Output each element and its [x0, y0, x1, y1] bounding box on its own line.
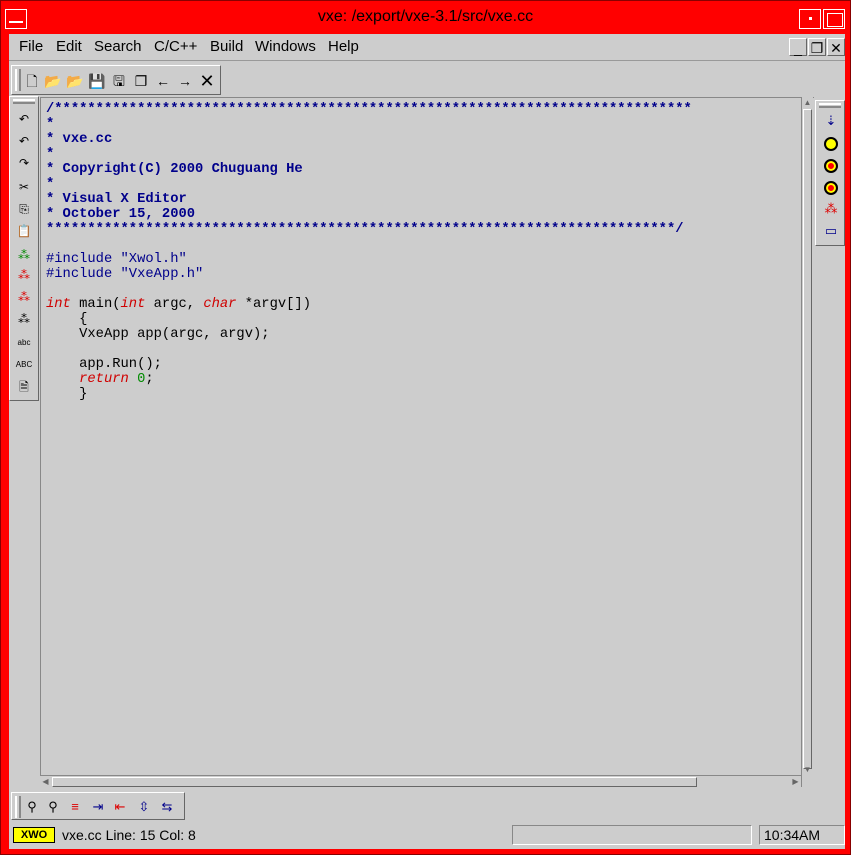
- scroll-up-icon[interactable]: ▲: [802, 97, 813, 108]
- run-to-cursor-icon[interactable]: [820, 155, 842, 175]
- code-line: #include "VxeApp.h": [46, 267, 204, 282]
- scroll-right-icon[interactable]: ▶: [790, 776, 801, 787]
- code-line: * vxe.cc: [46, 132, 113, 147]
- debug-toolbar: ⇣ ⁂ ▭: [815, 100, 845, 246]
- code-line: }: [46, 387, 88, 402]
- save-all-icon[interactable]: ❐: [131, 71, 151, 91]
- code-line: #include "Xwol.h": [46, 252, 187, 267]
- save-as-icon[interactable]: 🖫: [109, 71, 129, 91]
- scroll-down-icon[interactable]: ▼: [802, 764, 813, 775]
- code-line: return 0;: [79, 372, 154, 387]
- match-brace-icon[interactable]: ⇆: [157, 797, 177, 817]
- code-line: ****************************************…: [46, 222, 684, 237]
- vertical-scrollbar[interactable]: ▲ ▼: [801, 97, 813, 787]
- find-icon[interactable]: ⚲: [22, 797, 42, 817]
- find-next-icon[interactable]: ⚲: [43, 797, 63, 817]
- edit-toolbar: ↶ ↶ ↷ ✂ ⎘ 📋 ⁂ ⁂ ⁂ ⁂ abc ABC 🗎: [9, 96, 39, 401]
- step-into-icon[interactable]: ⇣: [820, 111, 842, 131]
- title-bar[interactable]: vxe: /export/vxe-3.1/src/vxe.cc: [1, 1, 850, 35]
- menu-windows[interactable]: Windows: [255, 38, 316, 55]
- copy-icon[interactable]: ⎘: [13, 199, 35, 219]
- mdi-restore-icon[interactable]: ❐: [808, 38, 826, 56]
- save-icon[interactable]: 💾: [87, 71, 107, 91]
- document-icon[interactable]: 🗎: [13, 377, 35, 397]
- variables-icon[interactable]: ▭: [820, 221, 842, 241]
- menu-edit[interactable]: Edit: [56, 38, 82, 55]
- bookmark-prev-icon[interactable]: ⁂: [13, 309, 35, 329]
- mdi-close-icon[interactable]: ✕: [827, 38, 845, 56]
- outdent-icon[interactable]: ⇤: [110, 797, 130, 817]
- menu-search[interactable]: Search: [94, 38, 142, 55]
- redo-icon[interactable]: ↷: [13, 153, 35, 173]
- code-line: * October 15, 2000: [46, 207, 196, 222]
- lowercase-icon[interactable]: abc: [13, 333, 35, 353]
- breakpoint-icon[interactable]: [820, 133, 842, 153]
- code-line: app.Run();: [46, 357, 162, 372]
- back-arrow-icon[interactable]: ←: [153, 71, 173, 91]
- close-icon[interactable]: ✕: [197, 71, 217, 91]
- menu-file[interactable]: File: [19, 38, 43, 55]
- window-title: vxe: /export/vxe-3.1/src/vxe.cc: [317, 8, 534, 25]
- toolbar-grip[interactable]: [15, 796, 21, 818]
- indent-icon[interactable]: ⇥: [88, 797, 108, 817]
- code-line: VxeApp app(argc, argv);: [46, 327, 270, 342]
- code-line: /***************************************…: [46, 102, 692, 117]
- code-line: *: [46, 177, 55, 192]
- stop-debug-icon[interactable]: [820, 177, 842, 197]
- bookmark-remove-icon[interactable]: ⁂: [13, 265, 35, 285]
- client-area: File Edit Search C/C++ Build Windows Hel…: [9, 34, 845, 849]
- cut-icon[interactable]: ✂: [13, 177, 35, 197]
- menu-help[interactable]: Help: [328, 38, 359, 55]
- mdi-controls: _ ❐ ✕: [788, 38, 845, 58]
- minimize-button[interactable]: [799, 9, 821, 29]
- code-line: {: [46, 312, 88, 327]
- main-toolbar: 🗋 📂 📂 💾 🖫 ❐ ← → ✕: [11, 65, 221, 95]
- code-line: int main(int argc, char *argv[]): [46, 297, 311, 312]
- code-editor[interactable]: /***************************************…: [40, 97, 814, 787]
- replace-icon[interactable]: ≡: [65, 797, 85, 817]
- horizontal-scrollbar[interactable]: ◀ ▶: [40, 775, 801, 787]
- toolbar-grip[interactable]: [819, 103, 841, 108]
- open-folder-icon[interactable]: 📂: [43, 71, 63, 91]
- maximize-button[interactable]: [823, 9, 845, 29]
- status-bar: XWO vxe.cc Line: 15 Col: 8 10:34AM: [9, 823, 845, 847]
- vertical-scroll-thumb[interactable]: [803, 109, 812, 769]
- open-recent-icon[interactable]: 📂: [65, 71, 85, 91]
- search-toolbar: ⚲ ⚲ ≡ ⇥ ⇤ ⇳ ⇆: [11, 792, 185, 820]
- mdi-minimize-icon[interactable]: _: [789, 38, 807, 56]
- new-file-icon[interactable]: 🗋: [22, 71, 42, 91]
- bookmark-next-icon[interactable]: ⁂: [13, 287, 35, 307]
- undo-all-icon[interactable]: ↶: [13, 131, 35, 151]
- forward-arrow-icon[interactable]: →: [175, 71, 195, 91]
- code-text[interactable]: /***************************************…: [46, 102, 692, 402]
- status-file-info: vxe.cc Line: 15 Col: 8: [62, 827, 196, 843]
- toolbar-grip[interactable]: [13, 99, 35, 104]
- menu-bar: File Edit Search C/C++ Build Windows Hel…: [9, 34, 845, 61]
- uppercase-icon[interactable]: ABC: [13, 355, 35, 375]
- status-message: [512, 825, 752, 845]
- menu-cpp[interactable]: C/C++: [154, 38, 197, 55]
- code-line: * Visual X Editor: [46, 192, 187, 207]
- paste-icon[interactable]: 📋: [13, 221, 35, 241]
- watch-icon[interactable]: ⁂: [820, 199, 842, 219]
- go-to-line-icon[interactable]: ⇳: [134, 797, 154, 817]
- status-clock: 10:34AM: [759, 825, 845, 845]
- scroll-left-icon[interactable]: ◀: [40, 776, 51, 787]
- xwo-badge: XWO: [13, 827, 55, 843]
- code-line: *: [46, 117, 55, 132]
- code-line: * Copyright(C) 2000 Chuguang He: [46, 162, 303, 177]
- toolbar-grip[interactable]: [15, 69, 21, 91]
- bookmark-add-icon[interactable]: ⁂: [13, 245, 35, 265]
- application-window: vxe: /export/vxe-3.1/src/vxe.cc File Edi…: [0, 0, 851, 855]
- undo-icon[interactable]: ↶: [13, 109, 35, 129]
- horizontal-scroll-thumb[interactable]: [52, 777, 697, 787]
- menu-build[interactable]: Build: [210, 38, 243, 55]
- code-line: *: [46, 147, 55, 162]
